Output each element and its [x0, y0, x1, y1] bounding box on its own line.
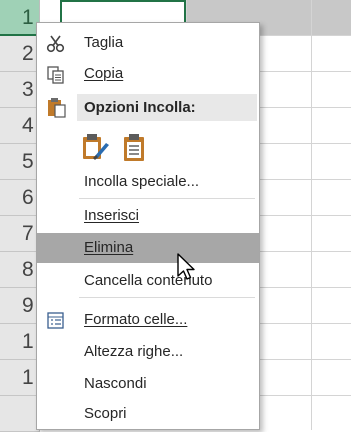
menu-item-label: Nascondi [84, 375, 147, 392]
scissors-icon [45, 34, 67, 53]
row-header[interactable]: 9 [0, 288, 40, 324]
row-header[interactable]: 4 [0, 108, 40, 144]
row-header[interactable]: 2 [0, 36, 40, 72]
copy-icon [45, 65, 67, 84]
paste-options-header: Opzioni Incolla: [77, 94, 257, 121]
row-header[interactable]: 1 [0, 360, 40, 396]
menu-item-label: Incolla speciale... [84, 173, 200, 190]
mouse-pointer-icon [177, 253, 195, 280]
clipboard-icon[interactable] [119, 131, 151, 163]
menu-item-hide[interactable]: Nascondi [37, 369, 259, 399]
grid-line [311, 0, 312, 430]
menu-item-delete[interactable]: Elimina [37, 233, 259, 263]
menu-item-insert[interactable]: Inserisci [37, 201, 259, 231]
menu-separator [79, 198, 255, 199]
row-header[interactable]: 3 [0, 72, 40, 108]
paste-options-row [79, 131, 159, 163]
menu-item-copy[interactable]: Copia [37, 59, 259, 89]
row-header[interactable]: 5 [0, 144, 40, 180]
row-header[interactable]: 1 [0, 324, 40, 360]
menu-item-label: Taglia [84, 34, 124, 51]
menu-item-clear-contents[interactable]: Cancella contenuto [37, 266, 259, 296]
menu-item-label: Formato celle... [84, 311, 188, 328]
menu-item-label: Inserisci [84, 207, 140, 224]
menu-item-row-height[interactable]: Altezza righe... [37, 337, 259, 367]
menu-item-cut[interactable]: Taglia [37, 28, 259, 58]
clipboard-icon [48, 98, 66, 118]
format-cells-icon [45, 311, 67, 329]
context-menu: Taglia Copia Opzioni Incolla: Incolla sp… [36, 22, 260, 430]
menu-item-label: Altezza righe... [84, 343, 184, 360]
row-header[interactable]: 8 [0, 252, 40, 288]
row-header[interactable]: 6 [0, 180, 40, 216]
menu-item-paste-special[interactable]: Incolla speciale... [37, 167, 259, 197]
row-header[interactable] [0, 396, 40, 432]
row-header-column: 1 2 3 4 5 6 7 8 9 1 1 [0, 0, 40, 432]
menu-item-unhide[interactable]: Scopri [37, 399, 259, 429]
menu-item-label: Scopri [84, 405, 127, 422]
menu-separator [79, 297, 255, 298]
menu-item-label: Elimina [84, 239, 134, 256]
menu-item-format-cells[interactable]: Formato celle... [37, 305, 259, 335]
row-header[interactable]: 7 [0, 216, 40, 252]
clipboard-brush-icon[interactable] [79, 131, 111, 163]
menu-item-label: Copia [84, 65, 124, 82]
row-header[interactable]: 1 [0, 0, 40, 36]
